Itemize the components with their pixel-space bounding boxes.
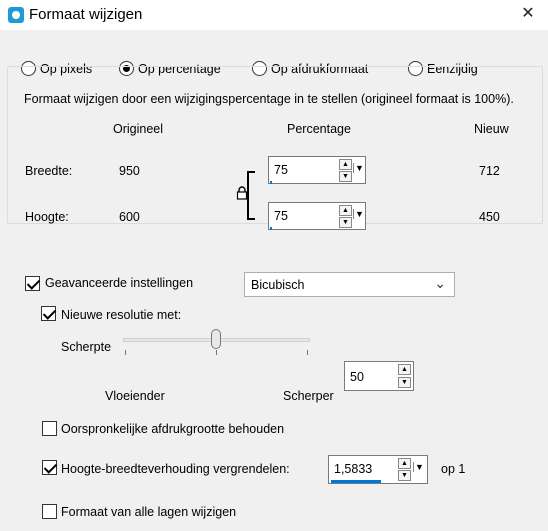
sharpness-slider-thumb[interactable] [211, 329, 221, 349]
all-layers-checkbox[interactable] [42, 504, 57, 519]
width-new: 712 [479, 164, 500, 178]
keep-print-size-label[interactable]: Oorspronkelijke afdrukgrootte behouden [61, 422, 284, 436]
height-percentage-caret [270, 227, 272, 230]
header-original: Origineel [113, 122, 164, 136]
header-new: Nieuw [474, 122, 509, 136]
resampling-method-value: Bicubisch [251, 278, 305, 292]
resampling-method-select[interactable]: Bicubisch ⌄ [244, 272, 455, 297]
width-original: 950 [119, 164, 140, 178]
width-spin-up-button[interactable]: ▲ [339, 159, 352, 170]
height-spin-up-button[interactable]: ▲ [339, 205, 352, 216]
height-original: 600 [119, 210, 140, 224]
height-label: Hoogte: [25, 210, 69, 224]
height-percentage-value: 75 [274, 209, 288, 223]
sharpness-right-label: Scherper [283, 389, 334, 403]
aspect-lock-checkbox[interactable] [42, 460, 57, 475]
aspect-suffix: op 1 [441, 462, 466, 476]
new-resolution-checkbox[interactable] [41, 306, 56, 321]
sharpness-left-label: Vloeiender [105, 389, 165, 403]
slider-tick [125, 350, 126, 355]
header-percentage: Percentage [287, 122, 351, 136]
new-resolution-label[interactable]: Nieuwe resolutie met: [61, 308, 181, 322]
group-caption: Formaat wijzigen door een wijzigingsperc… [22, 92, 516, 106]
advanced-settings-label[interactable]: Geavanceerde instellingen [45, 276, 193, 290]
chevron-down-icon: ⌄ [434, 275, 446, 291]
slider-tick [307, 350, 308, 355]
height-dropdown-button[interactable]: ▼ [353, 209, 365, 219]
width-label: Breedte: [25, 164, 73, 178]
slider-tick [216, 350, 217, 355]
window-title: Formaat wijzigen [29, 6, 143, 23]
height-new: 450 [479, 210, 500, 224]
close-button[interactable]: ✕ [508, 0, 548, 30]
width-dropdown-button[interactable]: ▼ [353, 163, 365, 173]
keep-print-size-checkbox[interactable] [42, 421, 57, 436]
height-spin-down-button[interactable]: ▼ [339, 217, 352, 228]
width-percentage-caret [270, 181, 272, 184]
aspect-lock-label[interactable]: Hoogte-breedteverhouding vergrendelen: [61, 462, 290, 476]
percentage-group [7, 66, 543, 224]
aspect-dropdown-button[interactable]: ▼ [413, 462, 425, 472]
aspect-spin-up-button[interactable]: ▲ [398, 458, 411, 469]
title-bar: Formaat wijzigen ✕ [0, 0, 548, 30]
lock-bracket [247, 171, 255, 220]
lock-icon[interactable] [236, 186, 248, 200]
all-layers-label[interactable]: Formaat van alle lagen wijzigen [61, 505, 236, 519]
advanced-settings-checkbox[interactable] [25, 276, 40, 291]
width-spin-down-button[interactable]: ▼ [339, 171, 352, 182]
aspect-ratio-value: 1,5833 [334, 462, 373, 476]
app-icon [8, 7, 24, 23]
width-percentage-value: 75 [274, 163, 288, 177]
sharpness-spin-down-button[interactable]: ▼ [398, 377, 411, 388]
sharpness-label: Scherpte [61, 340, 112, 354]
sharpness-spin-up-button[interactable]: ▲ [398, 364, 411, 375]
aspect-spin-down-button[interactable]: ▼ [398, 470, 411, 481]
sharpness-value: 50 [350, 370, 364, 384]
aspect-ratio-progress [331, 480, 381, 483]
